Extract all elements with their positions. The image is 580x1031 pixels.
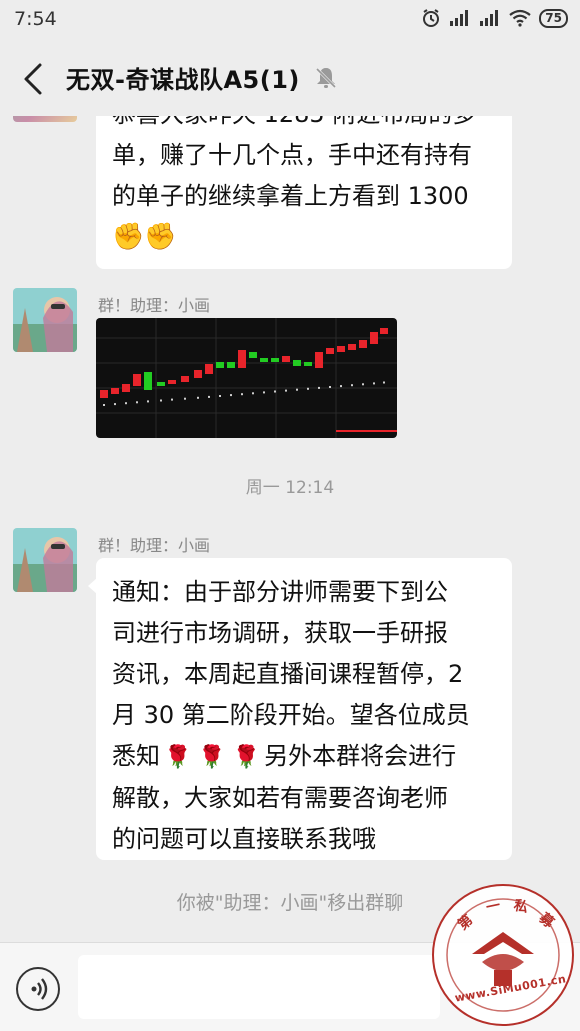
candle [157, 382, 165, 386]
indicator-dot [362, 383, 364, 386]
message-bubble: 恭喜大家昨天 1285 附近布局的多 单，赚了十几个点，手中还有持有 的单子的继… [96, 116, 512, 269]
indicator-dot [171, 398, 173, 401]
chat-title: 无双-奇谋战队A5(1) [66, 66, 300, 94]
watermark-logo: 第 一 私 募 www.SiMu001.cn [432, 884, 574, 1026]
indicator-dot [136, 401, 138, 404]
indicator-dot [230, 394, 232, 397]
rose-emoji: 🌹 🌹 🌹 [164, 744, 261, 770]
indicator-dot [296, 388, 298, 391]
bubble-tail [88, 578, 97, 594]
sender-name: 群！助理：小画 [98, 296, 211, 315]
message-line: 月 30 第二阶段开始。望各位成员 [112, 701, 470, 729]
indicator-dot [197, 396, 199, 399]
message-line: 通知：由于部分讲师需要下到公 [112, 578, 448, 606]
candle [168, 380, 176, 384]
indicator-dot [383, 381, 385, 384]
candle [282, 356, 290, 362]
candle [205, 364, 213, 374]
nav-bar: 无双-奇谋战队A5(1) [0, 40, 580, 116]
indicator-dot [340, 385, 342, 388]
alarm-icon [423, 9, 440, 27]
candle [227, 362, 235, 368]
candle [249, 352, 257, 358]
message-line: 的问题可以直接联系我哦 [112, 824, 376, 853]
sender-name: 群！助理：小画 [98, 536, 211, 555]
candle [194, 370, 202, 378]
message-line: 的单子的继续拿着上方看到 1300 [112, 182, 469, 210]
message-text: 另外本群将会进行 [264, 742, 457, 770]
indicator-dot [351, 384, 353, 387]
candle [181, 376, 189, 382]
indicator-dot [373, 382, 375, 385]
candle [337, 346, 345, 352]
candle [348, 344, 356, 350]
message-line: 悉知 🌹 🌹 🌹 另外本群将会进行 [112, 736, 496, 778]
indicator-dot [329, 386, 331, 388]
candle [304, 362, 312, 366]
indicator-dot [160, 399, 162, 402]
indicator-dot [103, 404, 105, 406]
message-line: 司进行市场调研，获取一手研报 [112, 619, 448, 647]
candle [133, 374, 141, 386]
voice-input-button[interactable] [16, 967, 60, 1011]
candle [216, 362, 224, 368]
message-input[interactable] [78, 955, 440, 1019]
candle [111, 388, 119, 394]
indicator-dot [307, 387, 309, 390]
candle [359, 340, 367, 348]
message-line: 恭喜大家昨天 1285 附近布局的多 [112, 116, 496, 135]
volume-bar [336, 430, 397, 432]
message-line: 单，赚了十几个点，手中还有持有 [112, 141, 472, 169]
indicator-dot [241, 393, 243, 396]
candlestick-chart [96, 318, 397, 438]
avatar[interactable] [13, 528, 77, 592]
indicator-dot [147, 400, 149, 403]
candle [260, 358, 268, 362]
wifi-icon [509, 9, 531, 27]
candle [370, 332, 378, 344]
candle [100, 390, 108, 398]
status-icons: 75 [421, 8, 568, 28]
candle [326, 348, 334, 354]
candle [315, 352, 323, 368]
indicator-dot [318, 386, 320, 389]
indicator-dot [208, 395, 210, 398]
watermark-emblem [446, 898, 560, 1012]
indicator-dot [184, 397, 186, 400]
message-line: 资讯，本周起直播间课程暂停，2 [112, 660, 464, 688]
mute-bell-icon [315, 67, 337, 89]
signal-icon [450, 10, 469, 26]
indicator-dot [219, 395, 221, 397]
candle [122, 384, 130, 392]
avatar[interactable] [13, 116, 77, 122]
indicator-dot [285, 389, 287, 392]
candle [238, 350, 246, 368]
candle [380, 328, 388, 334]
timestamp: 周一 12:14 [245, 478, 335, 498]
voice-icon [31, 978, 48, 1000]
chat-area: 恭喜大家昨天 1285 附近布局的多 单，赚了十几个点，手中还有持有 的单子的继… [0, 116, 580, 942]
status-bar: 7:54 75 [0, 0, 580, 40]
avatar[interactable] [13, 288, 77, 352]
indicator-dot [263, 391, 265, 394]
candle [293, 360, 301, 366]
candlestick-chart-image[interactable] [96, 318, 397, 438]
candle [144, 372, 152, 390]
back-arrow-icon[interactable] [18, 62, 48, 96]
notice-message-bubble: 通知：由于部分讲师需要下到公 司进行市场调研，获取一手研报 资讯，本周起直播间课… [88, 558, 512, 860]
indicator-dot [252, 392, 254, 395]
battery-indicator: 75 [539, 8, 568, 28]
candle [271, 358, 279, 362]
message-line: 解散，大家如若有需要咨询老师 [112, 783, 448, 812]
indicator-dot [274, 390, 276, 393]
indicator-dot [114, 403, 116, 406]
fist-emoji: ✊✊ [112, 222, 177, 252]
indicator-dot [125, 402, 127, 405]
status-time: 7:54 [14, 8, 57, 30]
signal-icon-2 [480, 10, 499, 26]
message-text: 悉知 [112, 742, 160, 770]
